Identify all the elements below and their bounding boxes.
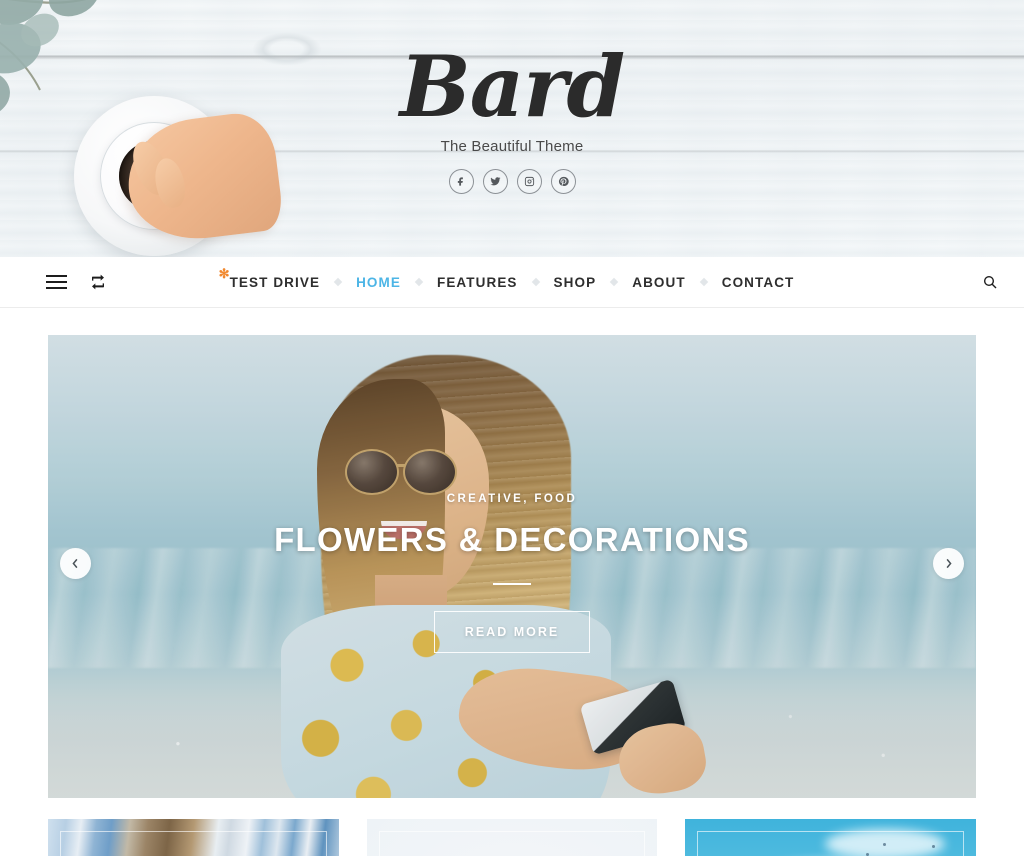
nav-item-contact[interactable]: CONTACT <box>720 271 797 294</box>
nav-separator-diamond <box>333 277 343 287</box>
post-card-frame <box>60 831 327 856</box>
search-icon[interactable] <box>980 272 1000 292</box>
nav-item-test-drive[interactable]: ✻ TEST DRIVE <box>219 267 323 294</box>
nav-separator-diamond <box>531 277 540 287</box>
pinterest-icon[interactable] <box>550 168 576 194</box>
nav-right-icons <box>980 272 1000 292</box>
slider-prev-arrow-icon[interactable] <box>60 548 91 579</box>
nav-item-shop[interactable]: SHOP <box>552 271 599 294</box>
star-icon: ✻ <box>218 265 231 281</box>
slide-divider <box>493 583 531 585</box>
hero-slider: CREATIVE, FOOD FLOWERS & DECORATIONS REA… <box>48 335 976 798</box>
nav-item-label: TEST DRIVE <box>229 274 321 290</box>
site-tagline: The Beautiful Theme <box>440 137 584 155</box>
twitter-icon[interactable] <box>482 168 508 194</box>
post-card-frame <box>697 831 965 856</box>
site-brand-title[interactable]: Bard <box>0 44 1024 130</box>
nav-left-icons <box>44 272 109 292</box>
shuffle-icon[interactable] <box>87 272 109 292</box>
main-navigation-bar: ✻ TEST DRIVE HOME FEATURES SHOP ABOUT CO… <box>0 257 1024 308</box>
nav-menu: ✻ TEST DRIVE HOME FEATURES SHOP ABOUT CO… <box>0 267 1024 294</box>
nav-item-about[interactable]: ABOUT <box>630 271 688 294</box>
slide-categories[interactable]: CREATIVE, FOOD <box>48 493 976 505</box>
post-card-soft[interactable] <box>366 819 658 856</box>
slider-next-arrow-icon[interactable] <box>933 548 964 579</box>
post-card-frame <box>378 831 646 856</box>
facebook-icon[interactable] <box>448 168 474 194</box>
read-more-button[interactable]: READ MORE <box>433 611 591 653</box>
nav-separator-diamond <box>609 277 619 287</box>
post-card-grid <box>48 819 977 856</box>
hamburger-icon[interactable] <box>44 273 69 291</box>
site-header: Bard The Beautiful Theme <box>0 0 1024 257</box>
nav-item-home[interactable]: HOME <box>354 271 403 294</box>
nav-item-features[interactable]: FEATURES <box>435 271 520 294</box>
main-content: CREATIVE, FOOD FLOWERS & DECORATIONS REA… <box>0 335 1024 856</box>
nav-separator-diamond <box>414 277 424 287</box>
post-card-library[interactable] <box>48 819 339 856</box>
slide-title[interactable]: FLOWERS & DECORATIONS <box>48 521 976 559</box>
post-card-sky[interactable] <box>685 819 977 856</box>
nav-separator-diamond <box>699 277 708 287</box>
social-links <box>0 168 1024 194</box>
instagram-icon[interactable] <box>516 168 542 194</box>
slide-caption: CREATIVE, FOOD FLOWERS & DECORATIONS REA… <box>48 493 976 653</box>
